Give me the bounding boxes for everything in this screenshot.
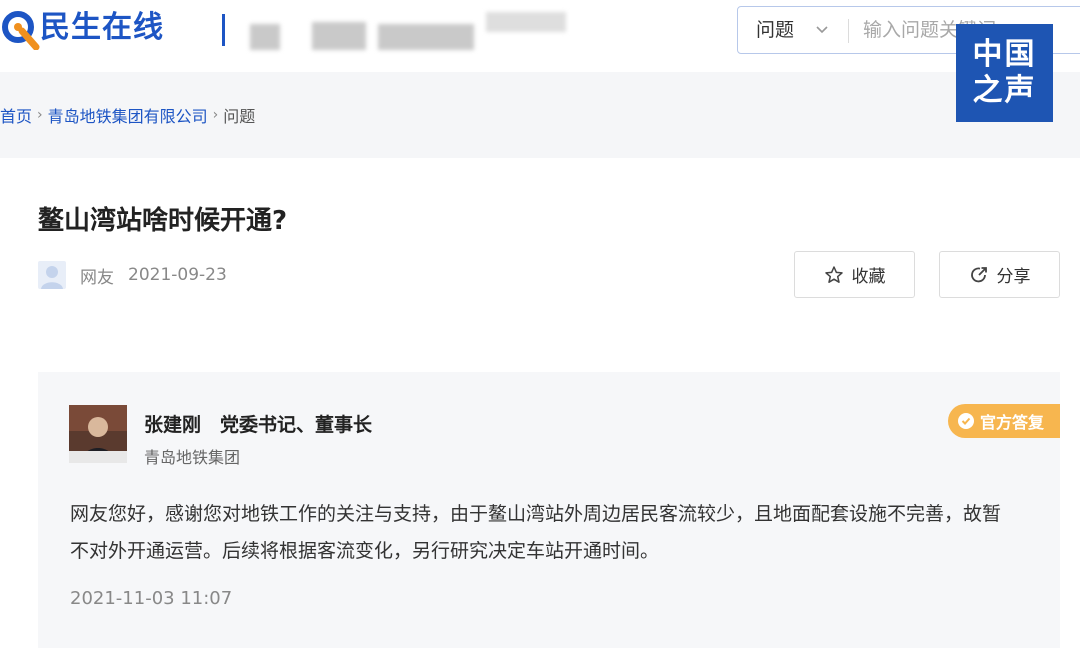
share-button[interactable]: 分享 xyxy=(939,251,1060,298)
site-logo[interactable]: 民生在线 xyxy=(0,6,164,51)
favorite-label: 收藏 xyxy=(851,267,886,287)
check-icon xyxy=(958,413,974,429)
site-header: 民生在线 问题 中国 之声 xyxy=(0,0,1080,122)
breadcrumb: 首页 › 青岛地铁集团有限公司 › 问题 xyxy=(0,100,255,130)
star-icon xyxy=(824,265,843,283)
chevron-right-icon: › xyxy=(37,107,43,123)
user-avatar-icon xyxy=(38,261,66,289)
favorite-button[interactable]: 收藏 xyxy=(794,251,915,298)
search-category-select[interactable]: 问题 xyxy=(756,7,794,53)
header-divider xyxy=(222,14,225,46)
cnr-logo-line2: 之声 xyxy=(972,73,1037,108)
blurred-page-title xyxy=(250,10,570,50)
answer-time: 2021-11-03 11:07 xyxy=(70,588,233,609)
question-meta: 网友 2021-09-23 xyxy=(38,260,227,290)
question-title: 鳌山湾站啥时候开通? xyxy=(38,206,288,236)
chevron-down-icon[interactable] xyxy=(814,21,830,37)
cnr-voice-logo: 中国 之声 xyxy=(956,24,1053,122)
breadcrumb-current: 问题 xyxy=(223,107,256,126)
answer-text: 网友您好，感谢您对地铁工作的关注与支持，由于鳌山湾站外周边居民客流较少，且地面配… xyxy=(70,503,1002,562)
official-answer: 张建刚 党委书记、董事长 青岛地铁集团 官方答复 网友您好，感谢您对地铁工作的关… xyxy=(38,372,1060,648)
official-name: 张建刚 党委书记、董事长 xyxy=(144,414,373,436)
official-org: 青岛地铁集团 xyxy=(144,448,241,467)
question-author: 网友 xyxy=(80,267,114,288)
logo-q-icon xyxy=(0,6,40,51)
question-date: 2021-09-23 xyxy=(128,265,227,285)
share-label: 分享 xyxy=(996,267,1031,287)
official-reply-badge: 官方答复 xyxy=(948,404,1060,438)
cnr-logo-line1: 中国 xyxy=(972,37,1037,72)
chevron-right-icon: › xyxy=(212,107,219,123)
official-avatar xyxy=(69,405,127,463)
breadcrumb-home[interactable]: 首页 xyxy=(0,103,32,127)
site-name: 民生在线 xyxy=(40,10,164,45)
search-separator xyxy=(848,19,849,43)
share-icon xyxy=(970,266,987,282)
question-card: 鳌山湾站啥时候开通? 网友 2021-09-23 收藏 分享 张建刚 党委书记、… xyxy=(0,158,1080,671)
breadcrumb-company[interactable]: 青岛地铁集团有限公司 xyxy=(48,103,208,127)
badge-label: 官方答复 xyxy=(980,413,1045,432)
